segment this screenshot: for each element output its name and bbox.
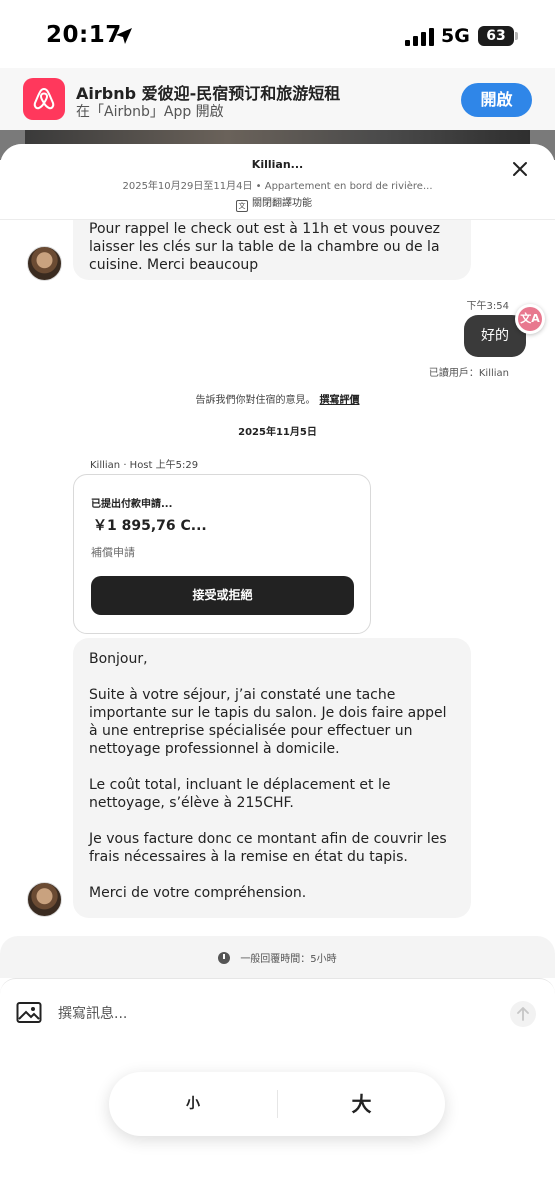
payment-request-title: 已提出付款申請...: [91, 499, 173, 510]
review-prompt: 告訴我們你對住宿的意見。 撰寫評價: [0, 391, 555, 406]
conversation-header: Killian... 2025年10月29日至11月4日 • Apparteme…: [0, 144, 555, 220]
date-separator: 2025年11月5日: [238, 427, 317, 438]
host-avatar[interactable]: [27, 882, 62, 917]
message-list[interactable]: Pour rappel le check out est à 11h et vo…: [0, 204, 555, 980]
text-size-control: 小 大: [109, 1072, 445, 1136]
message-paragraph: Merci de votre compréhension.: [89, 885, 307, 901]
status-time: 20:17: [46, 22, 122, 48]
app-banner: Airbnb 爱彼迎-民宿预订和旅游短租 在「Airbnb」App 開啟 開啟: [0, 68, 555, 130]
battery-icon: 63: [478, 26, 514, 46]
message-paragraph: Bonjour,: [89, 651, 148, 667]
location-arrow-icon: [116, 28, 132, 44]
message-timestamp: 下午3:54: [466, 301, 509, 312]
host-avatar[interactable]: [27, 246, 62, 281]
response-time: 一般回覆時間：5小時: [0, 950, 555, 965]
open-app-button[interactable]: 開啟: [461, 83, 532, 117]
sender-line: Killian · Host 上午5:29: [90, 460, 199, 471]
payment-request-amount: ￥1 895,76 C...: [93, 518, 207, 534]
translate-fab-icon[interactable]: 文A: [515, 304, 545, 334]
response-time-label: 一般回覆時間：5小時: [240, 954, 337, 965]
send-button[interactable]: [510, 1001, 536, 1027]
accept-or-decline-button[interactable]: 接受或拒絕: [91, 576, 354, 615]
network-type: 5G: [441, 25, 470, 47]
write-review-link[interactable]: 撰寫評價: [320, 395, 360, 406]
translate-icon: 文: [236, 200, 248, 212]
review-prompt-text: 告訴我們你對住宿的意見。: [195, 395, 316, 406]
battery-cap: [515, 32, 518, 40]
host-name[interactable]: Killian...: [0, 158, 555, 171]
arrow-up-icon: [517, 1007, 529, 1021]
image-attach-icon[interactable]: [16, 1001, 42, 1025]
translate-toggle[interactable]: 文關閉翻譯功能: [236, 194, 312, 212]
airbnb-logo-icon: [23, 78, 65, 120]
response-time-bar: 一般回覆時間：5小時: [0, 936, 555, 978]
text-size-large-button[interactable]: 大: [278, 1072, 445, 1136]
close-icon[interactable]: [509, 158, 531, 180]
read-receipt: 已讀用戶：Killian: [428, 368, 509, 379]
message-input[interactable]: [58, 1002, 478, 1026]
trip-info[interactable]: 2025年10月29日至11月4日 • Appartement en bord …: [0, 177, 555, 192]
incoming-message-bubble-long[interactable]: Bonjour, Suite à votre séjour, j’ai cons…: [73, 638, 471, 918]
message-paragraph: Suite à votre séjour, j’ai constaté une …: [89, 687, 447, 757]
message-paragraph: Le coût total, incluant le déplacement e…: [89, 777, 391, 811]
signal-icon: [405, 28, 434, 46]
payment-request-card[interactable]: 已提出付款申請... ￥1 895,76 C... 補償申請 接受或拒絕: [73, 474, 371, 634]
status-bar: 20:17 5G 63: [0, 0, 555, 68]
message-paragraph: Je vous facture donc ce montant afin de …: [89, 831, 447, 865]
payment-request-type: 補償申請: [91, 546, 135, 559]
banner-subtitle: 在「Airbnb」App 開啟: [76, 104, 224, 120]
message-composer: [0, 978, 555, 1048]
clock-icon: [218, 952, 231, 964]
text-size-small-button[interactable]: 小: [109, 1072, 277, 1136]
translate-label: 關閉翻譯功能: [252, 198, 312, 209]
message-sheet: Killian... 2025年10月29日至11月4日 • Apparteme…: [0, 144, 555, 1200]
